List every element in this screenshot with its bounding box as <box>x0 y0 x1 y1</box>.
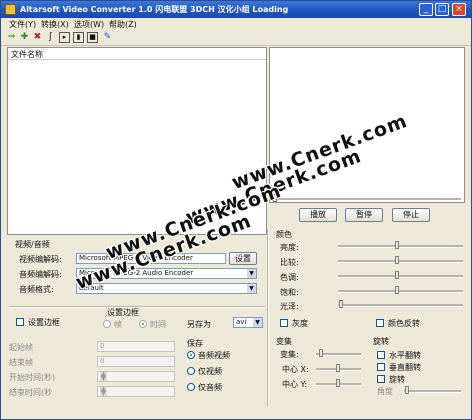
column-file-name[interactable]: 文件名称 <box>11 49 43 60</box>
time-radio[interactable] <box>139 320 147 328</box>
play-icon[interactable]: ▸ <box>59 32 70 43</box>
pause-icon[interactable]: ▮ <box>73 32 84 43</box>
app-icon <box>5 4 16 15</box>
clear-icon[interactable]: ʃ <box>45 32 56 43</box>
spinner-icon[interactable]: ▲ ▼ <box>100 386 107 397</box>
transform-section-title: 变集 <box>276 337 292 346</box>
add-icon[interactable]: ⇒ <box>6 32 17 43</box>
gamma-slider[interactable] <box>338 304 463 307</box>
audio-format-label: 音频格式: <box>19 285 54 294</box>
frame-radio-label: 帧 <box>114 320 122 329</box>
frame-group-title: 设置边框 <box>107 308 139 317</box>
scale-slider-thumb[interactable] <box>319 349 323 357</box>
audio-only-radio[interactable] <box>187 383 195 391</box>
settings-icon[interactable]: ✎ <box>102 32 113 43</box>
brightness-slider[interactable] <box>338 245 463 248</box>
add-plus-icon[interactable]: ✚ <box>19 32 30 43</box>
angle-slider-thumb[interactable] <box>405 386 409 394</box>
rotate-section-title: 旋转 <box>373 337 389 346</box>
contrast-slider[interactable] <box>338 260 463 263</box>
minimize-button[interactable]: _ <box>419 3 433 16</box>
horizontal-flip-checkbox[interactable] <box>377 351 385 359</box>
menu-file[interactable]: 文件(Y) <box>9 19 36 30</box>
app-window: Altarsoft Video Converter 1.0 闪电联盟 3DCH … <box>0 0 472 420</box>
brightness-label: 亮度: <box>280 243 299 252</box>
set-frame-label: 设置边框 <box>28 318 60 327</box>
audio-video-radio[interactable] <box>187 351 195 359</box>
audio-video-label: 音频视频 <box>198 351 230 360</box>
video-only-label: 仅视频 <box>198 367 222 376</box>
end-frame-input[interactable]: 0 <box>97 356 175 367</box>
menu-help[interactable]: 帮助(Z) <box>109 19 137 30</box>
set-frame-checkbox[interactable] <box>16 318 24 326</box>
start-frame-input[interactable]: 0 <box>97 341 175 352</box>
seek-slider[interactable] <box>273 198 461 201</box>
grayscale-checkbox[interactable] <box>280 319 288 327</box>
hue-slider[interactable] <box>338 275 463 278</box>
contrast-slider-thumb[interactable] <box>395 256 399 264</box>
invert-color-checkbox[interactable] <box>376 319 384 327</box>
scale-label: 变集: <box>280 350 299 359</box>
end-time-input[interactable]: 0▲▼ <box>97 386 175 397</box>
start-time-label: 开始时间(秒) <box>9 373 56 382</box>
center-x-label: 中心 X: <box>282 365 309 374</box>
rotate-checkbox[interactable] <box>377 375 385 383</box>
center-y-label: 中心 Y: <box>282 380 308 389</box>
saturation-label: 饱和: <box>280 288 299 297</box>
brightness-slider-thumb[interactable] <box>395 241 399 249</box>
save-group-title: 保存 <box>187 339 203 348</box>
close-button[interactable]: × <box>452 3 466 16</box>
gamma-label: 光泽: <box>280 302 299 311</box>
video-only-radio[interactable] <box>187 367 195 375</box>
chevron-down-icon[interactable]: ▼ <box>253 318 262 327</box>
maximize-button[interactable]: □ <box>435 3 449 16</box>
time-radio-label: 时间 <box>150 320 166 329</box>
horizontal-flip-label: 水平翻转 <box>389 351 421 360</box>
chevron-down-icon[interactable]: ▼ <box>247 269 256 278</box>
angle-label: 角度 <box>377 387 393 396</box>
save-as-label: 另存为 <box>187 320 211 329</box>
angle-slider[interactable] <box>404 390 461 393</box>
divider <box>267 229 269 407</box>
stop-icon[interactable]: ■ <box>87 32 98 43</box>
saturation-slider-thumb[interactable] <box>395 286 399 294</box>
remove-icon[interactable]: ✖ <box>32 32 43 43</box>
video-settings-button[interactable]: 设置 <box>229 252 257 265</box>
grayscale-label: 灰度 <box>292 319 308 328</box>
menu-bar: 文件(Y) 转换(X) 选项(W) 帮助(Z) <box>1 18 471 30</box>
rotate-label: 旋转 <box>389 375 405 384</box>
pause-button[interactable]: 暂停 <box>345 208 383 222</box>
invert-color-label: 颜色反转 <box>388 319 420 328</box>
contrast-label: 比较: <box>280 258 299 267</box>
play-button[interactable]: 播放 <box>299 208 337 222</box>
color-section-title: 颜色 <box>276 230 292 239</box>
vertical-flip-label: 垂直翻转 <box>389 363 421 372</box>
spinner-icon[interactable]: ▲ ▼ <box>100 371 107 382</box>
gamma-slider-thumb[interactable] <box>339 300 343 308</box>
audio-codec-label: 音频编解码: <box>19 270 62 279</box>
window-title: Altarsoft Video Converter 1.0 闪电联盟 3DCH … <box>20 5 289 14</box>
frame-radio[interactable] <box>103 320 111 328</box>
hue-label: 色调: <box>280 273 299 282</box>
vertical-flip-checkbox[interactable] <box>377 363 385 371</box>
end-time-label: 结束时间(秒 <box>9 388 53 397</box>
end-frame-label: 结束帧 <box>9 358 33 367</box>
title-bar[interactable]: Altarsoft Video Converter 1.0 闪电联盟 3DCH … <box>1 1 471 18</box>
save-as-select[interactable]: avi ▼ <box>233 317 263 328</box>
center-x-slider-thumb[interactable] <box>336 364 340 372</box>
av-section-title: 视频/音频 <box>15 240 50 249</box>
stop-button[interactable]: 停止 <box>392 208 430 222</box>
video-codec-label: 视频编解码: <box>19 255 62 264</box>
chevron-down-icon[interactable]: ▼ <box>247 284 256 293</box>
hue-slider-thumb[interactable] <box>395 271 399 279</box>
menu-options[interactable]: 选项(W) <box>74 19 104 30</box>
saturation-slider[interactable] <box>338 290 463 293</box>
menu-convert[interactable]: 转换(X) <box>41 19 69 30</box>
start-time-input[interactable]: 0▲▼ <box>97 371 175 382</box>
start-frame-label: 起始帧 <box>9 343 33 352</box>
audio-only-label: 仅音频 <box>198 383 222 392</box>
center-y-slider-thumb[interactable] <box>336 379 340 387</box>
toolbar: ⇒ ✚ ✖ ʃ ▸ ▮ ■ ✎ <box>1 30 471 46</box>
file-list-header[interactable]: 文件名称 <box>8 48 266 60</box>
